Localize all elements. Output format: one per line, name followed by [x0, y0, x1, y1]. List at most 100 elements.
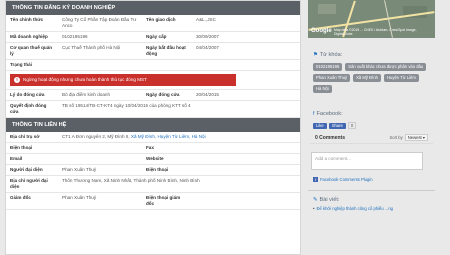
row-label-2: Ngày bắt đầu hoạt động	[146, 45, 186, 56]
posts-title: ✎ Bài viết:	[308, 195, 435, 205]
tag[interactable]: Xã Mỹ Đình	[353, 74, 382, 82]
tag[interactable]: 0102195196	[313, 63, 343, 71]
row-value-2: A&L.,JSC	[196, 17, 216, 22]
table-row: Lý do đóng cửa Bỏ địa điểm kinh doanh Ng…	[6, 90, 300, 101]
row-label: Mã doanh nghiệp	[10, 34, 48, 39]
facebook-icon: f	[313, 111, 315, 117]
tags-title-text: Từ khóa:	[319, 52, 343, 58]
comments-bar: 0 Comments Sort by Newest ▾	[310, 132, 433, 144]
share-button[interactable]: Share	[328, 122, 346, 129]
row-label: Lý do đóng cửa	[10, 92, 45, 97]
sort-value: Newest	[407, 135, 422, 140]
row-label: Cơ quan thuế quản lý	[10, 45, 53, 56]
status-alert: ! Ngừng hoạt động nhưng chưa hoàn thành …	[10, 74, 236, 86]
row-value: 0102195196	[62, 34, 88, 39]
tag-list: 0102195196 Sản xuất khác chưa được phân …	[308, 60, 435, 99]
row-value-2: 30/09/2007	[196, 34, 219, 39]
address-label: Địa chỉ trụ sở	[10, 134, 40, 139]
sort-control: Sort by Newest ▾	[389, 134, 428, 141]
contact-section-header: THÔNG TIN LIÊN HỆ	[6, 118, 300, 132]
map[interactable]: Google Map data ©2015 ... CNES / Astrium…	[308, 0, 435, 38]
facebook-title-text: Facebook:	[316, 111, 343, 117]
row-label-2: Điện thoại	[146, 167, 169, 172]
row-label: Người đại diện	[10, 167, 43, 172]
row-value	[58, 154, 142, 164]
row-label-2: Ngày cấp	[146, 34, 167, 39]
table-row: Giám đốc Phan Xuân Thuỷ Điện thoại giám …	[6, 193, 300, 210]
row-value: Cục Thuế Thành phố Hà Nội	[62, 45, 121, 50]
like-count: 0	[347, 122, 357, 129]
row-label-2: Ngày đóng cửa	[146, 92, 180, 97]
facebook-plugin-icon: f	[313, 177, 318, 182]
google-logo: Google	[311, 28, 332, 34]
row-value-2	[192, 143, 300, 153]
row-value: Phan Xuân Thuỷ	[62, 195, 97, 200]
tags-title: ⚑ Từ khóa:	[308, 50, 435, 60]
facebook-box: f Facebook: Like Share 0 0 Comments Sort…	[308, 109, 435, 182]
map-attribution: Map data ©2015 ... CNES / Astrium, Cnes/…	[334, 28, 417, 36]
address-value: CT1 A Đơn nguyên 2, Mỹ Đình II, Xã Mỹ Đì…	[58, 132, 300, 142]
row-label: Tên chính thức	[10, 17, 44, 22]
row-label: Điện thoại	[10, 145, 33, 150]
company-info-panel: THÔNG TIN ĐĂNG KÝ DOANH NGHIỆP Tên chính…	[5, 0, 301, 255]
row-label-2: Fax	[146, 145, 154, 150]
tag[interactable]: Phan Xuân Thuỷ	[313, 74, 351, 82]
facebook-plugin-text: Facebook Comments Plugin	[320, 177, 373, 182]
table-row: Mã doanh nghiệp 0102195196 Ngày cấp 30/0…	[6, 32, 300, 43]
row-label-2: Tên giao dịch	[146, 17, 176, 22]
page: THÔNG TIN ĐĂNG KÝ DOANH NGHIỆP Tên chính…	[0, 0, 450, 255]
comment-input[interactable]: Add a comment...	[311, 152, 423, 170]
table-row: Quyết định đóng cửa TB số 19514/TB-CT-KT…	[6, 101, 300, 118]
facebook-plugin-link[interactable]: f Facebook Comments Plugin	[308, 170, 435, 182]
table-row: Địa chỉ người đại diện Thôn Thương Nam, …	[6, 176, 300, 193]
row-value-2	[192, 154, 300, 164]
status-alert-text: Ngừng hoạt động nhưng chưa hoàn thành th…	[23, 77, 147, 82]
table-row: Điện thoại Fax	[6, 143, 300, 154]
posts-box: ✎ Bài viết: • Để khởi nghiệp thành công …	[308, 190, 435, 211]
chevron-down-icon: ▾	[422, 135, 425, 140]
address-text: CT1 A Đơn nguyên 2, Mỹ Đình II,	[62, 134, 130, 139]
facebook-buttons: Like Share 0	[308, 119, 435, 132]
table-row: Người đại diện Phan Xuân Thuỷ Điện thoại	[6, 165, 300, 176]
row-value: Bỏ địa điểm kinh doanh	[62, 92, 111, 97]
row-value: Công Ty Cổ Phần Tập Đoàn Đầu Tư Anco	[62, 17, 137, 28]
row-label: Email	[10, 156, 23, 161]
tag[interactable]: Huyện Từ Liêm	[384, 74, 419, 82]
map-block	[318, 4, 336, 14]
tag-icon: ⚑	[313, 52, 318, 58]
bullet-icon: •	[313, 206, 315, 211]
row-value-2	[192, 193, 300, 209]
tags-box: ⚑ Từ khóa: 0102195196 Sản xuất khác chưa…	[308, 50, 435, 99]
post-link[interactable]: • Để khởi nghiệp thành công cổ phiếu ...…	[308, 205, 435, 211]
row-value: Thôn Thương Nam, Xã Ninh Nhất, Thành phố…	[62, 178, 200, 183]
row-value: TB số 19514/TB-CT-KT4 ngày 10/04/2015 củ…	[62, 103, 191, 108]
row-label-2: Website	[146, 156, 164, 161]
warning-icon: !	[14, 77, 20, 83]
address-link[interactable]: Xã Mỹ Đình, Huyện Từ Liêm, Hà Nội	[131, 134, 206, 139]
tag[interactable]: Hà Nội	[313, 85, 332, 93]
row-label: Địa chỉ người đại diện	[10, 178, 48, 189]
posts-icon: ✎	[313, 197, 318, 203]
sort-select[interactable]: Newest ▾	[404, 134, 428, 141]
sidebar: Google Map data ©2015 ... CNES / Astrium…	[308, 0, 435, 255]
facebook-title: f Facebook:	[308, 109, 435, 119]
like-button[interactable]: Like	[313, 122, 327, 129]
row-value	[58, 143, 142, 153]
row-value-2: 20/04/2015	[196, 92, 219, 97]
table-row: Cơ quan thuế quản lý Cục Thuế Thành phố …	[6, 43, 300, 60]
row-label: Quyết định đóng cửa	[10, 103, 47, 114]
sort-label: Sort by	[389, 135, 403, 140]
comments-count: 0 Comments	[315, 134, 346, 141]
table-row: Tên chính thức Công Ty Cổ Phần Tập Đoàn …	[6, 15, 300, 32]
row-label-2: Điện thoại giám đốc	[146, 195, 181, 206]
address-row: Địa chỉ trụ sở CT1 A Đơn nguyên 2, Mỹ Đì…	[6, 132, 300, 143]
posts-title-text: Bài viết:	[319, 197, 340, 203]
status-alert-row: ! Ngừng hoạt động nhưng chưa hoàn thành …	[6, 71, 300, 90]
row-value-2	[192, 165, 300, 175]
tag[interactable]: Sản xuất khác chưa được phân vào đâu	[345, 63, 427, 71]
post-text: Để khởi nghiệp thành công cổ phiếu ...ng	[316, 206, 394, 211]
row-label: Giám đốc	[10, 195, 31, 200]
status-label: Trạng thái	[10, 62, 32, 67]
row-value-2: 04/04/2007	[196, 45, 219, 50]
registration-section-header: THÔNG TIN ĐĂNG KÝ DOANH NGHIỆP	[6, 1, 300, 15]
